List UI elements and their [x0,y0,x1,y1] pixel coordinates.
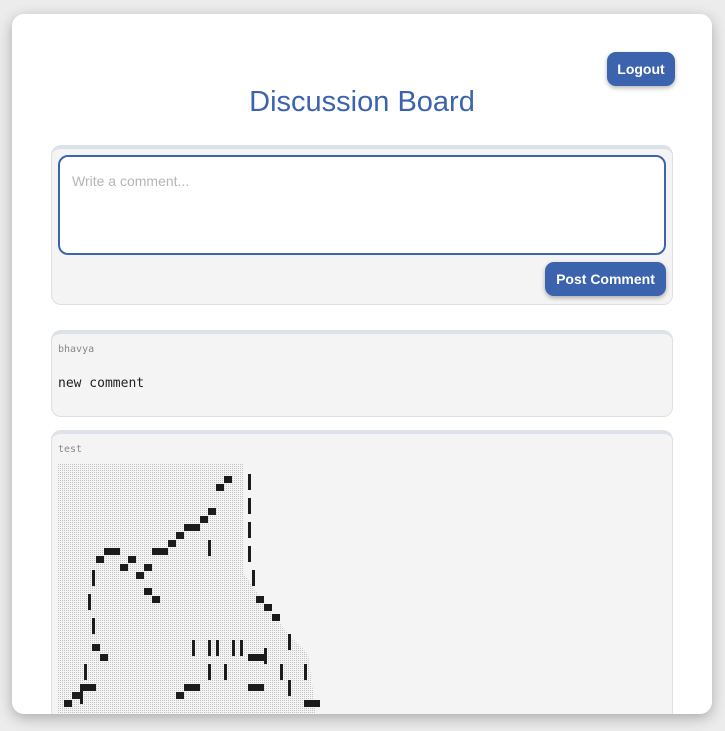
art-block [144,588,152,595]
art-block [264,604,272,611]
art-bar [288,634,291,650]
art-block [112,548,120,555]
ascii-art-image [58,464,320,714]
art-block [208,508,216,515]
art-block [92,644,100,651]
art-block [176,532,184,539]
art-block [272,614,280,621]
art-block [64,700,72,707]
art-bar [248,546,251,562]
comment-composer: Post Comment [51,145,673,305]
art-block [256,596,264,603]
comment-item: bhavya new comment [51,330,673,417]
art-bar [92,570,95,586]
art-block [192,524,200,531]
discussion-board-card: Logout Discussion Board Post Comment bha… [12,14,712,714]
art-bar [248,498,251,514]
art-block [200,516,208,523]
art-block [248,654,256,661]
art-block [248,684,256,691]
art-bar [248,522,251,538]
art-block [184,524,192,531]
comment-body: new comment [58,376,145,391]
art-block [168,540,176,547]
art-bar [92,618,95,634]
art-block [184,684,192,691]
art-block [152,548,160,555]
art-block [256,654,264,661]
art-block [104,548,112,555]
art-block [304,700,312,707]
art-block [136,572,144,579]
logout-button[interactable]: Logout [607,52,675,86]
art-block [72,692,80,699]
comment-author: test [58,444,83,455]
art-block [216,484,224,491]
art-block [152,596,160,603]
art-bar [232,640,235,656]
art-block [256,684,264,691]
art-block [120,564,128,571]
page-title: Discussion Board [249,86,475,118]
art-bar [192,640,195,656]
art-block [128,556,136,563]
art-block [88,684,96,691]
art-block [160,548,168,555]
art-bar [252,570,255,586]
art-bar [264,648,267,664]
art-bar [248,474,251,490]
art-block [96,556,104,563]
art-block [224,476,232,483]
art-bar [208,540,211,556]
comment-author: bhavya [58,344,95,355]
art-block [192,684,200,691]
art-bar [84,664,87,680]
art-bar [224,664,227,680]
art-bar [280,664,283,680]
art-block [176,692,184,699]
post-comment-button[interactable]: Post Comment [545,262,666,296]
art-bar [288,680,291,696]
art-bar [208,664,211,680]
art-block [100,654,108,661]
art-bar [304,664,307,680]
art-bar [208,640,211,656]
art-bar [240,640,243,656]
art-block [312,700,320,707]
art-bar [88,594,91,610]
art-bar [216,640,219,656]
comment-input[interactable] [58,155,666,255]
art-block [144,564,152,571]
comment-item: test [51,430,673,714]
art-bar [80,688,83,704]
